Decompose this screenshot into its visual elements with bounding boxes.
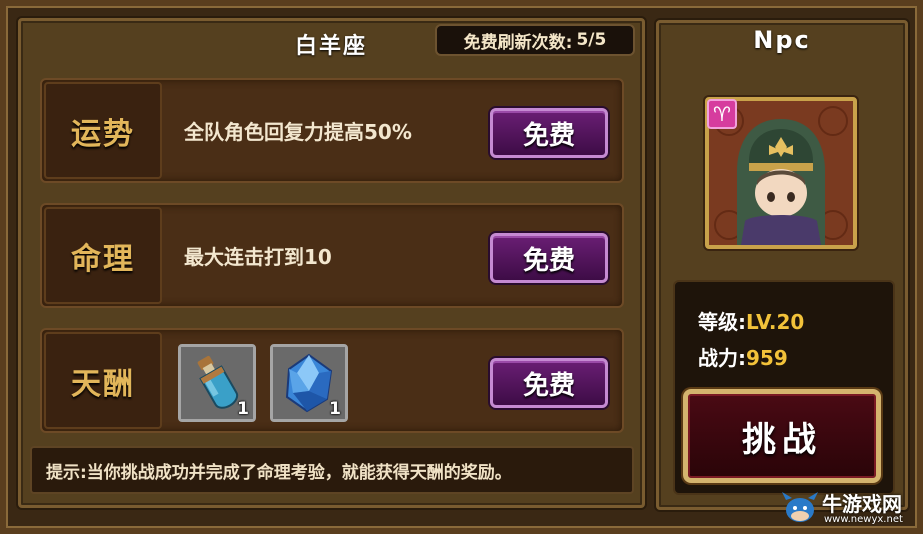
aries-icon: ♈ bbox=[707, 99, 737, 129]
reward-count-potion: 1 bbox=[237, 399, 249, 419]
tip-text: 提示:当你挑战成功并完成了命理考验，就能获得天酬的奖励。 bbox=[30, 446, 634, 494]
free-button-reward[interactable]: 免费 bbox=[490, 358, 608, 408]
refresh-label: 免费刷新次数: bbox=[463, 32, 573, 53]
power-value: 959 bbox=[746, 346, 788, 370]
watermark-url: www.newyx.net bbox=[824, 514, 903, 525]
row-desc-destiny: 最大连击打到10 bbox=[184, 245, 332, 269]
fortune-row: 运势 全队角色回复力提高50% 免费 bbox=[40, 78, 624, 183]
reward-count-crystal: 1 bbox=[329, 399, 341, 419]
free-button-destiny[interactable]: 免费 bbox=[490, 233, 608, 283]
destiny-row: 命理 最大连击打到10 免费 bbox=[40, 203, 624, 308]
cow-logo-icon bbox=[782, 492, 818, 522]
npc-title: Npc bbox=[753, 26, 811, 54]
free-button-fortune[interactable]: 免费 bbox=[490, 108, 608, 158]
panel-title: 白羊座 bbox=[295, 34, 368, 59]
power-label: 战力: bbox=[698, 346, 746, 370]
free-refresh-badge: 免费刷新次数: 5/5 bbox=[435, 24, 635, 56]
reward-item-potion[interactable]: 1 bbox=[178, 344, 256, 422]
reward-item-crystal[interactable]: 1 bbox=[270, 344, 348, 422]
site-watermark: 牛游戏网 www.newyx.net bbox=[780, 486, 920, 532]
watermark-text: 牛游戏网 bbox=[822, 492, 902, 516]
row-label-fortune: 运势 bbox=[44, 82, 162, 179]
row-desc-fortune: 全队角色回复力提高50% bbox=[184, 120, 412, 144]
refresh-count: 5/5 bbox=[576, 30, 607, 50]
challenge-button[interactable]: 挑战 bbox=[683, 389, 881, 483]
level-value: LV.20 bbox=[746, 310, 805, 334]
row-label-reward: 天酬 bbox=[44, 332, 162, 429]
level-label: 等级: bbox=[698, 310, 746, 334]
reward-row: 天酬 1 1 免费 bbox=[40, 328, 624, 433]
npc-level: 等级:LV.20 bbox=[698, 306, 804, 335]
npc-power: 战力:959 bbox=[698, 342, 788, 371]
row-label-destiny: 命理 bbox=[44, 207, 162, 304]
